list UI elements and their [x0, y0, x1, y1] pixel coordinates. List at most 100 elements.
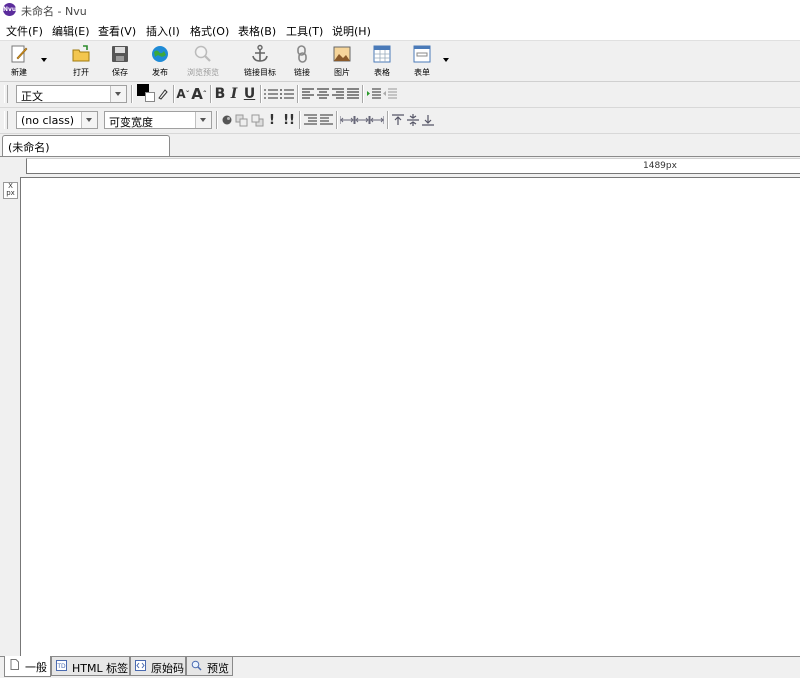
numbered-list-icon[interactable] [264, 86, 278, 102]
image-icon [333, 46, 351, 62]
menu-edit[interactable]: 编辑(E) [52, 23, 90, 39]
separator [210, 85, 212, 103]
chevron-down-icon[interactable] [110, 86, 126, 102]
valign-middle-icon[interactable] [407, 112, 419, 128]
layer-up-icon[interactable] [235, 112, 249, 128]
align-left-icon[interactable] [302, 86, 314, 102]
new-dropdown-icon[interactable] [41, 58, 47, 62]
background-color-icon[interactable] [145, 92, 155, 102]
paragraph-format-select[interactable]: 正文 [16, 85, 127, 103]
new-button[interactable]: 新建 [0, 42, 41, 80]
font-smaller-icon[interactable]: Aˇ [176, 86, 190, 102]
format-toolbar-1: 正文 Aˇ Aˆ B I U [0, 81, 800, 108]
separator [297, 85, 299, 103]
source-code-icon [135, 660, 146, 671]
tab-source-mode[interactable]: 原始码 [130, 657, 186, 676]
html-tags-mode-label: HTML 标签 [72, 662, 129, 675]
chevron-down-icon[interactable] [195, 112, 211, 128]
form-label: 表单 [414, 68, 430, 77]
browse-label: 浏览预览 [187, 68, 219, 77]
tab-preview-mode[interactable]: 预览 [186, 657, 233, 676]
composition-toolbar: 新建 打开 保存 发布 浏览预览 链接目标 链接 图片 表格 表单 [0, 41, 800, 82]
horizontal-ruler [26, 158, 800, 174]
font-larger-icon[interactable]: Aˆ [191, 85, 207, 103]
vertical-ruler-unit: X px [3, 182, 18, 199]
align-justify-icon[interactable] [347, 86, 359, 102]
separator [216, 111, 218, 129]
title-bar: Nvu 未命名 - Nvu [0, 0, 800, 20]
toolbar-grip [4, 111, 8, 129]
very-important-button[interactable]: !! [282, 112, 296, 128]
paragraph-format-value: 正文 [21, 90, 43, 103]
format-toolbar-2: (no class) 可变宽度 ! !! [0, 107, 800, 134]
browse-button[interactable]: 浏览预览 [181, 42, 225, 80]
align-right-icon[interactable] [332, 86, 344, 102]
page-icon [10, 659, 19, 670]
menu-bar: 文件(F) 编辑(E) 查看(V) 插入(I) 格式(O) 表格(B) 工具(T… [0, 20, 800, 41]
highlight-pen-icon[interactable] [156, 86, 170, 102]
table-icon [373, 45, 391, 63]
new-label: 新建 [11, 68, 27, 77]
menu-insert[interactable]: 插入(I) [146, 23, 180, 39]
source-mode-label: 原始码 [151, 662, 184, 675]
form-dropdown-icon[interactable] [443, 58, 449, 62]
window-title: 未命名 - Nvu [21, 5, 87, 18]
anchor-icon [252, 44, 268, 62]
outdent-icon[interactable] [383, 86, 397, 102]
menu-table[interactable]: 表格(B) [238, 23, 276, 39]
text-indent-icon[interactable] [304, 112, 317, 128]
editor-content-area[interactable] [20, 177, 800, 656]
globe-icon [152, 46, 168, 62]
magnifier-icon [194, 45, 211, 62]
menu-file[interactable]: 文件(F) [6, 23, 43, 39]
align-center-icon[interactable] [317, 86, 329, 102]
chain-link-icon [297, 45, 307, 63]
chevron-down-icon[interactable] [81, 112, 97, 128]
letter-spacing-icon[interactable] [340, 112, 384, 128]
vruler-label-bottom: px [6, 189, 15, 197]
valign-top-icon[interactable] [392, 112, 404, 128]
normal-mode-label: 一般 [25, 661, 47, 674]
menu-view[interactable]: 查看(V) [98, 23, 136, 39]
text-outdent-icon[interactable] [320, 112, 333, 128]
position-icon[interactable] [221, 112, 233, 128]
edit-mode-bar: 一般 TD HTML 标签 原始码 预览 [0, 656, 800, 678]
underline-button[interactable]: U [243, 86, 256, 102]
ruler-width-label: 1489px [643, 161, 677, 171]
separator [387, 111, 389, 129]
tab-normal-mode[interactable]: 一般 [4, 656, 51, 677]
document-tabstrip: (未命名) [0, 133, 800, 157]
valign-bottom-icon[interactable] [422, 112, 434, 128]
svg-text:TD: TD [56, 663, 66, 670]
new-document-icon [11, 45, 28, 63]
nvu-logo-icon: Nvu [3, 3, 16, 16]
menu-help[interactable]: 说明(H) [332, 23, 371, 39]
tab-label: (未命名) [8, 141, 50, 154]
css-class-select[interactable]: (no class) [16, 111, 98, 129]
bold-button[interactable]: B [214, 86, 226, 102]
vertical-ruler [0, 177, 20, 656]
css-class-value: (no class) [21, 114, 75, 127]
tag-icon: TD [56, 660, 67, 671]
font-family-value: 可变宽度 [109, 116, 153, 129]
bullet-list-icon[interactable] [280, 86, 294, 102]
separator [336, 111, 338, 129]
important-button[interactable]: ! [268, 112, 276, 128]
layer-down-icon[interactable] [251, 112, 265, 128]
separator [260, 85, 262, 103]
tab-untitled-document[interactable]: (未命名) [2, 135, 170, 156]
separator [131, 85, 133, 103]
font-family-select[interactable]: 可变宽度 [104, 111, 212, 129]
indent-icon[interactable] [367, 86, 381, 102]
italic-button[interactable]: I [229, 86, 239, 102]
menu-tools[interactable]: 工具(T) [286, 23, 323, 39]
save-disk-icon [112, 46, 128, 62]
open-folder-icon [72, 45, 90, 62]
toolbar-grip [4, 85, 8, 103]
separator [362, 85, 364, 103]
separator [299, 111, 301, 129]
form-button[interactable]: 表单 [400, 42, 444, 80]
magnifier-icon [191, 660, 202, 671]
tab-html-tags-mode[interactable]: TD HTML 标签 [51, 657, 130, 676]
menu-format[interactable]: 格式(O) [190, 23, 229, 39]
